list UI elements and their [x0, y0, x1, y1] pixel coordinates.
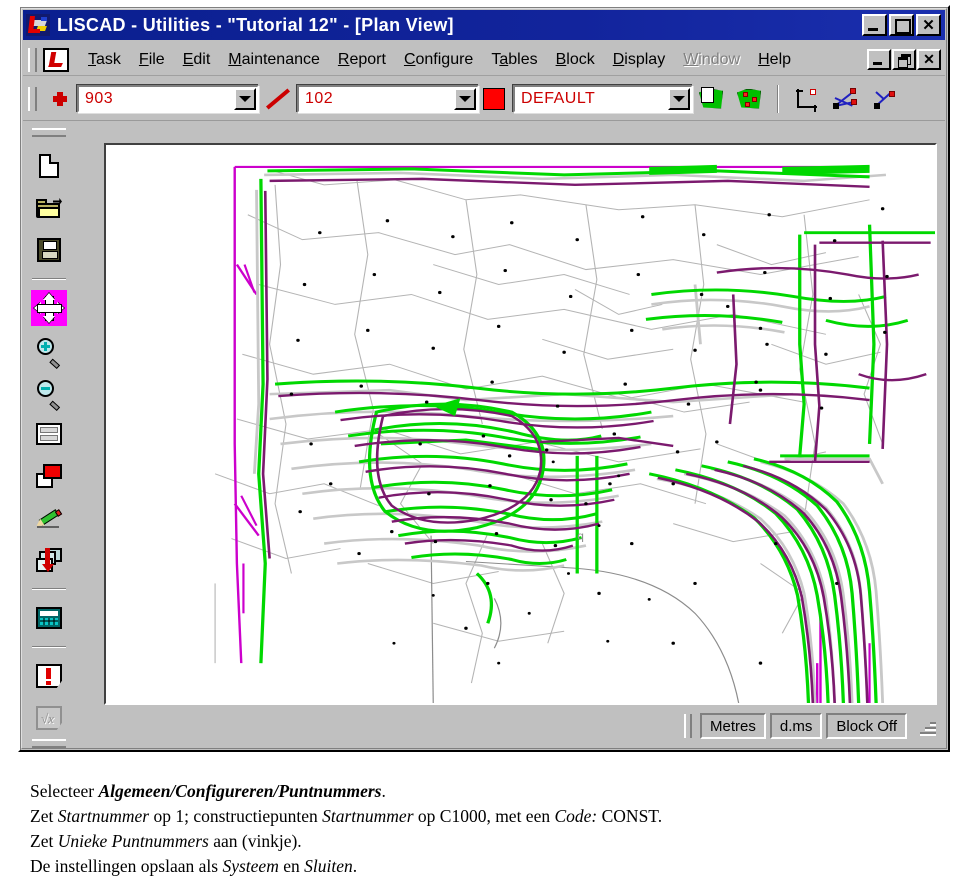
title-bar: LISCAD - Utilities - "Tutorial 12" - [Pl…	[23, 10, 945, 40]
left-toolbox: √x	[23, 123, 75, 748]
plan-view-canvas[interactable]: q	[104, 143, 937, 705]
point-code-value: 903	[85, 89, 114, 107]
sidebar-item-warnings[interactable]	[31, 658, 67, 694]
toolbox-drag-grip[interactable]	[32, 128, 66, 137]
caption-line-2: Zet Startnummer op 1; constructiepunten …	[30, 806, 663, 826]
color-swatch-icon[interactable]	[483, 87, 505, 110]
window-title: LISCAD - Utilities - "Tutorial 12" - [Pl…	[57, 14, 454, 35]
vector-network-icon[interactable]	[831, 86, 859, 112]
chevron-down-icon[interactable]	[234, 87, 256, 110]
menu-item-edit[interactable]: Edit	[174, 49, 220, 71]
mdi-minimize-icon[interactable]	[867, 49, 891, 70]
menu-item-window[interactable]: Window	[674, 49, 749, 71]
formula-page-icon: √x	[36, 706, 62, 730]
caption-line-3: Zet Unieke Puntnummers aan (vinkje).	[30, 831, 302, 851]
menu-item-help[interactable]: Help	[749, 49, 800, 71]
mdi-restore-icon[interactable]	[892, 49, 916, 70]
menu-bar: Task File Edit Maintenance Report Config…	[23, 44, 945, 76]
line-code-value: 102	[305, 89, 334, 107]
pan-move-icon	[34, 293, 64, 323]
resize-grip-icon[interactable]	[917, 716, 937, 736]
sidebar-item-open-file[interactable]	[31, 190, 67, 226]
liscad-menu-logo-icon[interactable]	[43, 47, 69, 72]
sidebar-item-save-file[interactable]	[31, 232, 67, 268]
svg-text:q: q	[577, 531, 584, 542]
menu-item-block[interactable]: Block	[547, 49, 604, 71]
chevron-down-icon[interactable]	[454, 87, 476, 110]
warning-page-icon	[36, 664, 62, 688]
contour-drawing: q	[106, 145, 935, 703]
application-window: LISCAD - Utilities - "Tutorial 12" - [Pl…	[18, 5, 950, 752]
toolbar-drag-grip[interactable]	[28, 86, 37, 111]
zoom-window-icon	[36, 423, 62, 445]
menu-item-file[interactable]: File	[130, 49, 174, 71]
plan-view-window: q Metres d.ms Block Off	[76, 123, 945, 747]
sidebar-item-redraw[interactable]	[31, 458, 67, 494]
sidebar-item-layers[interactable]	[31, 542, 67, 578]
sidebar-item-draw-pencil[interactable]	[31, 500, 67, 536]
toolbox-separator	[32, 278, 66, 280]
caption-text: Selecteer Algemeen/Configureren/Puntnumm…	[30, 779, 930, 879]
menu-item-report[interactable]: Report	[329, 49, 395, 71]
sidebar-item-zoom-window[interactable]	[31, 416, 67, 452]
toolbox-separator	[32, 646, 66, 648]
point-code-combo[interactable]: 903	[77, 84, 259, 113]
caption-line-1: Selecteer Algemeen/Configureren/Puntnumm…	[30, 781, 386, 801]
maximize-icon[interactable]	[889, 14, 914, 36]
menu-item-maintenance[interactable]: Maintenance	[219, 49, 329, 71]
menu-item-display[interactable]: Display	[604, 49, 674, 71]
menu-item-task[interactable]: Task	[79, 49, 130, 71]
sidebar-item-zoom-in[interactable]	[31, 332, 67, 370]
mdi-close-icon[interactable]: ✕	[917, 49, 941, 70]
point-marker-icon	[51, 90, 69, 108]
sidebar-item-zoom-out[interactable]	[31, 374, 67, 412]
calculator-icon	[36, 607, 62, 629]
status-pane-units[interactable]: Metres	[700, 713, 766, 739]
sidebar-item-new-file[interactable]	[31, 148, 67, 184]
menu-drag-grip[interactable]	[28, 47, 37, 72]
main-toolbar: 903 102 DEFAULT	[23, 77, 945, 121]
layers-refresh-icon	[36, 548, 62, 572]
vector-single-icon[interactable]	[871, 86, 899, 112]
status-pane-block-state[interactable]: Block Off	[826, 713, 907, 739]
window-controls: ✕	[862, 14, 943, 36]
sidebar-item-formula[interactable]: √x	[31, 700, 67, 736]
liscad-logo-icon	[26, 14, 50, 36]
menu-item-configure[interactable]: Configure	[395, 49, 482, 71]
chevron-down-icon[interactable]	[668, 87, 690, 110]
toolbox-bottom-grip[interactable]	[32, 739, 66, 748]
minimize-icon[interactable]	[862, 14, 887, 36]
layer-combo[interactable]: DEFAULT	[513, 84, 693, 113]
sidebar-item-pan[interactable]	[31, 290, 67, 326]
coordinate-axes-icon[interactable]	[793, 86, 819, 112]
status-bar-grip	[684, 714, 693, 738]
layer-value: DEFAULT	[521, 89, 596, 107]
red-page-icon	[36, 464, 62, 488]
status-bar: Metres d.ms Block Off	[104, 709, 937, 743]
new-file-icon	[39, 154, 59, 178]
close-icon[interactable]: ✕	[916, 14, 941, 36]
floppy-save-icon	[37, 238, 61, 262]
zoom-out-icon	[36, 379, 62, 412]
zoom-in-icon	[36, 337, 62, 370]
toolbox-separator	[32, 588, 66, 590]
line-code-combo[interactable]: 102	[297, 84, 479, 113]
polygon-face-icon[interactable]	[698, 86, 726, 112]
green-pencil-icon	[34, 506, 63, 530]
sidebar-item-calculator[interactable]	[31, 600, 67, 636]
toolbar-separator	[777, 84, 779, 113]
menu-item-tables[interactable]: Tables	[482, 49, 546, 71]
mdi-child-controls: ✕	[867, 49, 945, 70]
polygon-points-icon[interactable]	[736, 86, 764, 112]
line-style-icon	[265, 86, 291, 112]
caption-line-4: De instellingen opslaan als Systeem en S…	[30, 856, 358, 876]
status-pane-angle-format[interactable]: d.ms	[769, 713, 823, 739]
open-folder-icon	[36, 198, 62, 218]
